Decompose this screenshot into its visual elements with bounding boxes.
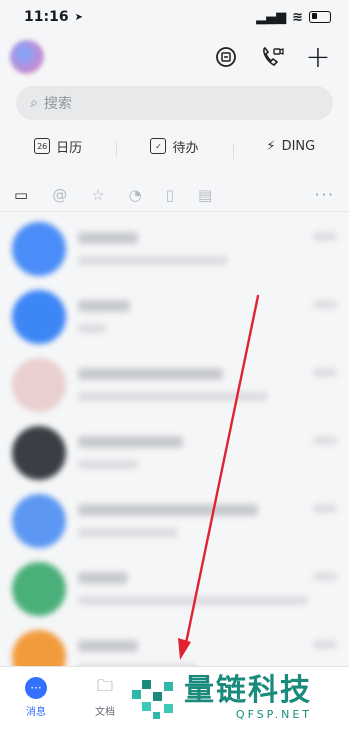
watermark-brand: 量链科技 bbox=[184, 672, 312, 708]
chat-list bbox=[0, 214, 349, 690]
message-icon: ··· bbox=[25, 677, 47, 699]
top-bar: + bbox=[0, 34, 349, 80]
status-time: 11:16 bbox=[24, 9, 69, 25]
list-item[interactable] bbox=[0, 486, 349, 554]
watermark-logo-icon bbox=[128, 672, 178, 722]
search-input[interactable]: ⌕ 搜索 bbox=[16, 86, 333, 120]
star-icon[interactable]: ☆ bbox=[91, 186, 104, 204]
chat-scan-icon[interactable] bbox=[213, 44, 239, 70]
tab-messages-label: 消息 bbox=[26, 707, 46, 718]
search-icon: ⌕ bbox=[30, 95, 38, 111]
todo-icon: ✓ bbox=[150, 138, 167, 154]
filter-tabs: ▭ @ ☆ ◔ ▯ ▤ ··· bbox=[0, 178, 349, 212]
ding-label: DING bbox=[281, 138, 316, 154]
tab-docs[interactable]: 🗀 文档 bbox=[77, 675, 133, 719]
signal-icon: ▂▄▆ bbox=[256, 9, 287, 25]
clock-icon[interactable]: ◔ bbox=[129, 186, 142, 204]
list-item[interactable] bbox=[0, 350, 349, 418]
ding-button[interactable]: ⚡ DING bbox=[232, 138, 349, 159]
battery-icon bbox=[309, 11, 331, 23]
plus-icon[interactable]: + bbox=[305, 40, 331, 75]
document-icon[interactable]: ▤ bbox=[198, 186, 212, 204]
watermark-domain: QFSP.NET bbox=[235, 707, 312, 721]
status-bar: 11:16 ➤ ▂▄▆ ≋ bbox=[0, 0, 349, 34]
lightning-icon: ⚡ bbox=[266, 138, 276, 154]
list-item[interactable] bbox=[0, 282, 349, 350]
folder-icon: 🗀 bbox=[96, 675, 113, 695]
quick-actions: 26 日历 ✓ 待办 ⚡ DING bbox=[0, 128, 349, 164]
list-item[interactable] bbox=[0, 214, 349, 282]
tab-messages[interactable]: ··· 消息 bbox=[8, 677, 64, 718]
more-icon[interactable]: ··· bbox=[315, 186, 335, 204]
avatar[interactable] bbox=[10, 40, 44, 74]
watermark: 量链科技 QFSP.NET bbox=[128, 672, 312, 722]
todo-button[interactable]: ✓ 待办 bbox=[116, 137, 232, 157]
calendar-icon: 26 bbox=[34, 138, 51, 154]
wifi-icon: ≋ bbox=[292, 9, 303, 25]
calendar-button[interactable]: 26 日历 bbox=[0, 137, 116, 156]
mention-icon[interactable]: @ bbox=[52, 186, 67, 204]
tab-docs-label: 文档 bbox=[95, 707, 115, 718]
todo-label: 待办 bbox=[172, 140, 199, 156]
search-placeholder: 搜索 bbox=[43, 96, 72, 112]
desktop-icon[interactable]: ▭ bbox=[14, 186, 28, 204]
location-icon: ➤ bbox=[74, 11, 83, 23]
calendar-label: 日历 bbox=[56, 140, 83, 156]
list-item[interactable] bbox=[0, 554, 349, 622]
box-icon[interactable]: ▯ bbox=[166, 186, 174, 204]
list-item[interactable] bbox=[0, 418, 349, 486]
phone-video-icon[interactable] bbox=[259, 44, 285, 70]
